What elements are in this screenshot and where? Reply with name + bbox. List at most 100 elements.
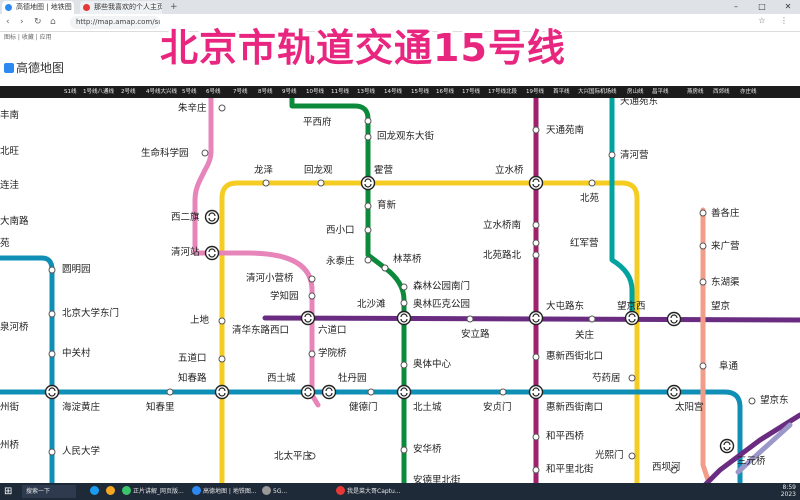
station-label[interactable]: 霍营 (374, 165, 393, 176)
taskbar-item[interactable]: 5G... (262, 485, 302, 498)
station-label[interactable]: 生命科学园 (141, 148, 189, 159)
station-label[interactable]: 龙泽 (254, 165, 273, 176)
station-label[interactable]: 北京大学东门 (62, 308, 119, 319)
line-filter-item[interactable]: 11号线 (331, 86, 349, 98)
station-dot[interactable] (364, 133, 372, 141)
station-label[interactable]: 西坝河 (652, 462, 681, 473)
line-filter-item[interactable]: 10号线 (306, 86, 324, 98)
station-label[interactable]: 西二旗 (171, 212, 200, 223)
station-label[interactable]: 北土城 (413, 402, 442, 413)
station-label[interactable]: 连洼 (0, 180, 19, 191)
station-dot[interactable] (364, 226, 372, 234)
station-label[interactable]: 大屯路东 (546, 301, 584, 312)
station-label[interactable]: 和平西桥 (546, 431, 584, 442)
station-label[interactable]: 天通苑南 (546, 125, 584, 136)
station-label[interactable]: 知春里 (146, 402, 175, 413)
station-label[interactable]: 望京西 (617, 301, 646, 312)
station-dot[interactable] (588, 179, 596, 187)
line-filter-item[interactable]: 19号线 (526, 86, 544, 98)
tab-amap-subway[interactable]: 高德地图 | 地铁图 (2, 1, 74, 14)
station-dot[interactable] (400, 446, 408, 454)
line-filter-item[interactable]: 亦庄线 (740, 86, 757, 98)
station-label[interactable]: 安贞门 (483, 402, 512, 413)
station-dot[interactable] (699, 362, 707, 370)
station-dot[interactable] (400, 283, 408, 291)
line-filter-item[interactable]: 昌平线 (652, 86, 669, 98)
station-label[interactable]: 关庄 (575, 330, 594, 341)
station-label[interactable]: 阜通 (719, 361, 738, 372)
amap-logo[interactable]: 高德地图 (4, 60, 64, 76)
station-dot[interactable] (699, 278, 707, 286)
station-label[interactable]: 大南路 (0, 216, 29, 227)
station-label[interactable]: 天通苑东 (620, 98, 658, 107)
station-dot[interactable] (262, 179, 270, 187)
station-label[interactable]: 东湖渠 (711, 277, 740, 288)
station-dot[interactable] (532, 221, 540, 229)
station-dot[interactable] (48, 266, 56, 274)
station-label[interactable]: 惠新西街北口 (546, 351, 603, 362)
station-dot[interactable] (699, 209, 707, 217)
station-label[interactable]: 奥体中心 (413, 359, 451, 370)
station-label[interactable]: 清河站 (171, 247, 200, 258)
station-label[interactable]: 牡丹园 (338, 373, 367, 384)
station-dot[interactable] (608, 151, 616, 159)
station-label[interactable]: 学知园 (270, 291, 299, 302)
home-button[interactable]: ⌂ (50, 16, 56, 29)
station-label[interactable]: 西土城 (267, 373, 296, 384)
station-dot[interactable] (466, 315, 474, 323)
station-dot[interactable] (308, 350, 316, 358)
station-dot[interactable] (308, 292, 316, 300)
station-label[interactable]: 回龙观 (304, 165, 333, 176)
line-filter-item[interactable]: 大兴国际机场线 (578, 86, 617, 98)
station-dot[interactable] (499, 388, 507, 396)
station-label[interactable]: 朱辛庄 (178, 103, 207, 114)
station-label[interactable]: 安立路 (461, 329, 490, 340)
station-dot[interactable] (748, 397, 756, 405)
station-label[interactable]: 善各庄 (711, 208, 740, 219)
station-label[interactable]: 立水桥南 (483, 220, 521, 231)
station-label[interactable]: 回龙观东大街 (377, 131, 434, 142)
station-label[interactable]: 苑 (0, 238, 10, 249)
station-dot[interactable] (166, 388, 174, 396)
station-dot[interactable] (308, 275, 316, 283)
station-dot[interactable] (532, 239, 540, 247)
tab-douban[interactable]: 那些我喜欢的个人主页 · 豆瓣 (80, 1, 162, 14)
station-label[interactable]: 人民大学 (62, 446, 100, 457)
station-dot[interactable] (367, 388, 375, 396)
station-dot[interactable] (532, 466, 540, 474)
station-label[interactable]: 北苑 (580, 193, 599, 204)
station-dot[interactable] (532, 126, 540, 134)
new-tab-button[interactable]: + (170, 1, 178, 13)
station-label[interactable]: 太阳宫 (675, 402, 704, 413)
station-label[interactable]: 五道口 (178, 353, 207, 364)
station-dot[interactable] (381, 264, 389, 272)
station-label[interactable]: 光熙门 (595, 450, 624, 461)
station-dot[interactable] (628, 452, 636, 460)
taskbar-item[interactable]: 我是菜大哥Captu... (336, 485, 408, 498)
line-filter-item[interactable]: 4号线大兴线 (146, 86, 177, 98)
taskbar-app-icon[interactable] (106, 485, 118, 498)
station-dot[interactable] (218, 317, 226, 325)
station-label[interactable]: 丰南 (0, 110, 19, 121)
station-label[interactable]: 平西府 (303, 117, 332, 128)
station-dot[interactable] (699, 242, 707, 250)
line-filter-item[interactable]: 17号线北段 (488, 86, 517, 98)
station-label[interactable]: 北旺 (0, 146, 19, 157)
station-dot[interactable] (218, 355, 226, 363)
station-label[interactable]: 森林公园南门 (413, 281, 470, 292)
station-label[interactable]: 州街 (0, 402, 19, 413)
station-label[interactable]: 北苑路北 (483, 250, 521, 261)
station-dot[interactable] (218, 104, 226, 112)
close-window-button[interactable]: ✕ (776, 0, 800, 14)
station-dot[interactable] (532, 353, 540, 361)
start-button[interactable]: ⊞ (4, 485, 12, 498)
station-dot[interactable] (364, 117, 372, 125)
line-filter-item[interactable]: 西郊线 (713, 86, 730, 98)
station-label[interactable]: 学院桥 (318, 348, 347, 359)
url-input[interactable]: http://map.amap.com/subway/... (70, 16, 160, 29)
back-button[interactable]: ‹ (6, 16, 10, 29)
taskbar-item[interactable]: 高德地图 | 地铁图... (192, 485, 258, 498)
line-filter-item[interactable]: 2号线 (121, 86, 136, 98)
line-filter-item[interactable]: 8号线 (258, 86, 273, 98)
station-label[interactable]: 北太平庄 (274, 451, 312, 462)
